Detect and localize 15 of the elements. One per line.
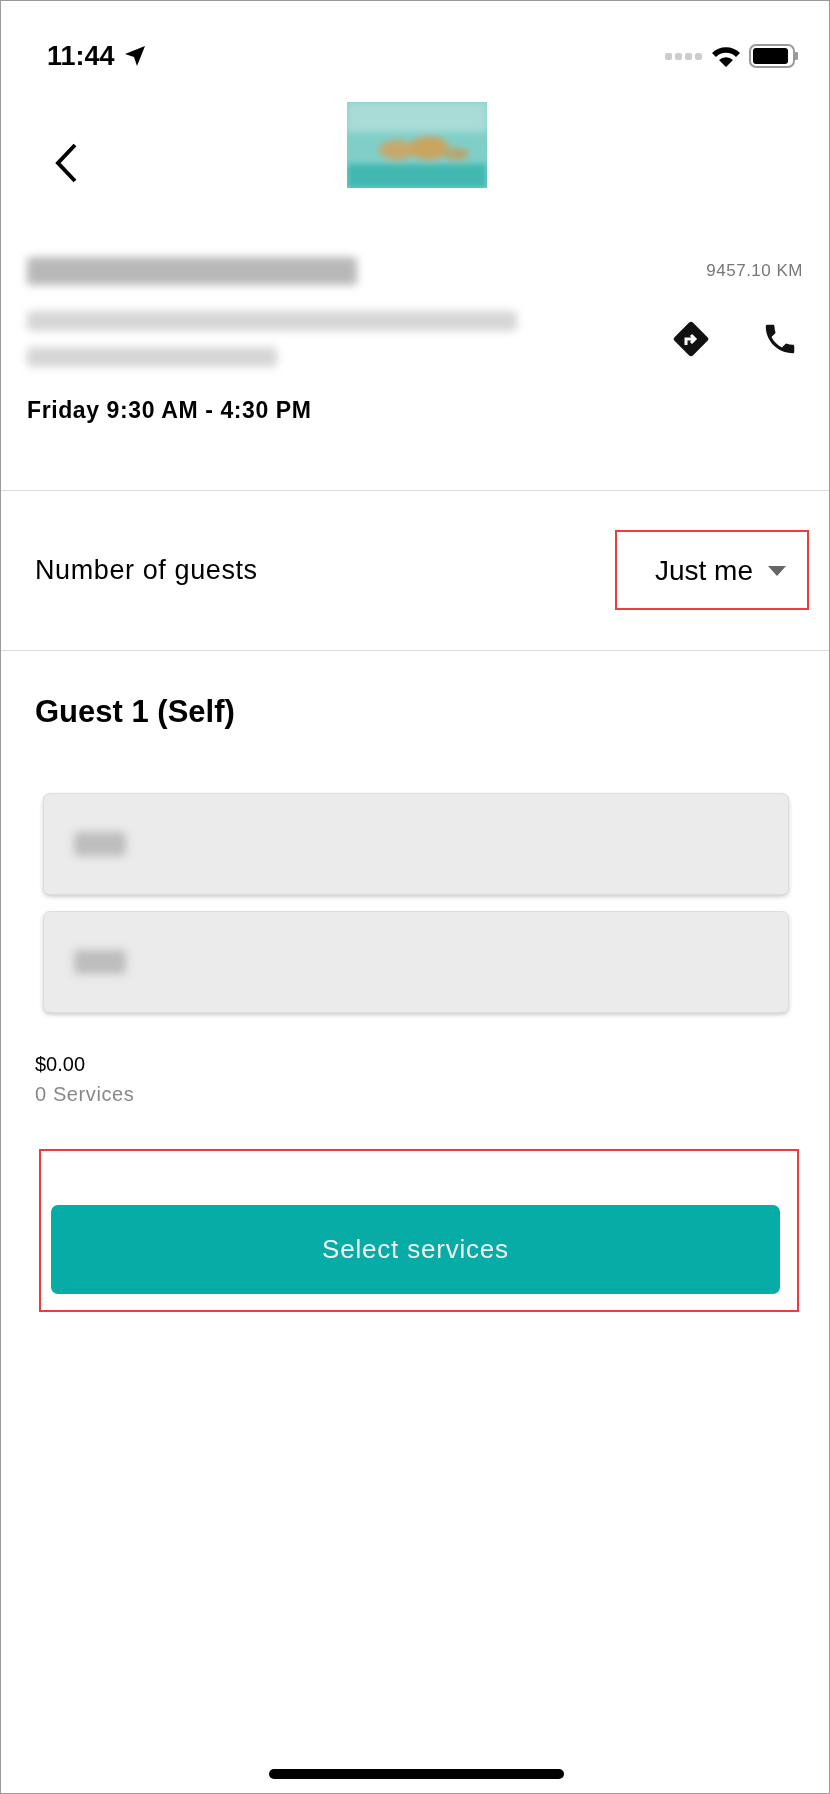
back-icon xyxy=(53,142,79,184)
guests-label: Number of guests xyxy=(35,553,258,587)
guest-title: Guest 1 (Self) xyxy=(35,692,236,731)
caret-icon xyxy=(767,565,787,577)
services-count: 0 Services xyxy=(35,1082,136,1107)
status-time: 11:44 xyxy=(47,39,115,73)
input-field[interactable] xyxy=(43,793,789,895)
battery-icon xyxy=(749,43,799,69)
guests-dropdown[interactable]: Just me xyxy=(614,530,809,610)
signal-icon xyxy=(665,51,703,61)
price-text: $0.00 xyxy=(35,1052,87,1077)
wifi-icon xyxy=(711,45,741,67)
hours-text: Friday 9:30 AM - 4:30 PM xyxy=(27,396,313,425)
input-field[interactable] xyxy=(43,911,789,1013)
distance-text: 9457.10 KM xyxy=(706,260,803,283)
